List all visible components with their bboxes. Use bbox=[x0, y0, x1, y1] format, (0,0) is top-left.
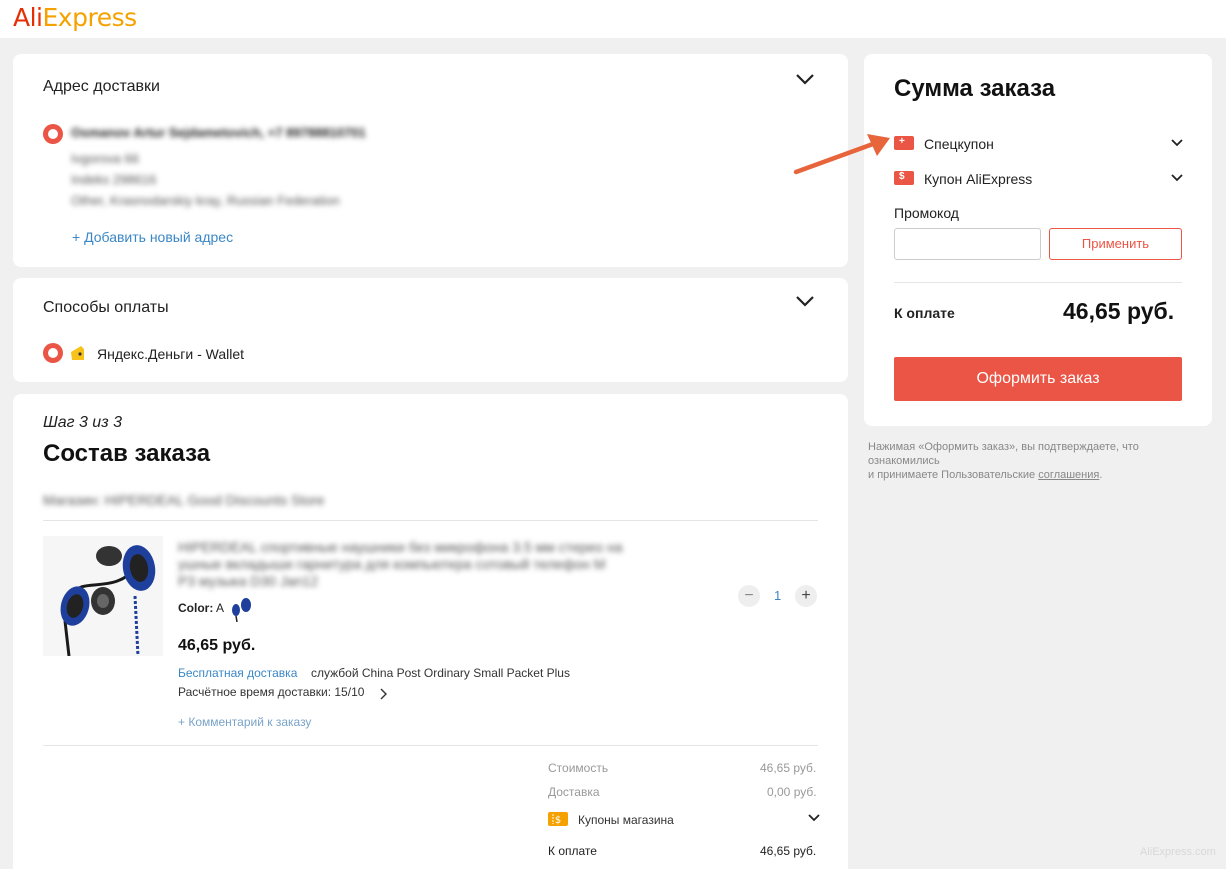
special-coupon-row[interactable]: + Спецкупон bbox=[894, 136, 1184, 154]
chevron-right-icon[interactable] bbox=[378, 687, 388, 700]
payment-radio-selected[interactable] bbox=[43, 343, 63, 363]
logo-express-text: Express bbox=[42, 3, 138, 32]
color-value: A bbox=[216, 601, 225, 615]
payment-method-label: Яндекс.Деньги - Wallet bbox=[97, 346, 245, 362]
summary-total: 46,65 руб. bbox=[1063, 298, 1175, 324]
disclaimer-text: . bbox=[1099, 469, 1103, 481]
address-line-1-blurred: Ivgorova 66 bbox=[71, 151, 139, 166]
product-title-blurred[interactable]: ушные вкладыши гарнитура для компьютера … bbox=[178, 556, 605, 572]
disclaimer-text: Нажимая «Оформить заказ», вы подтверждае… bbox=[868, 441, 1139, 467]
chevron-down-icon[interactable] bbox=[1170, 173, 1184, 183]
special-coupon-icon: + bbox=[894, 136, 914, 150]
quantity-decrease-button[interactable]: − bbox=[738, 585, 760, 607]
delivery-label: Доставка bbox=[548, 785, 600, 799]
aliexpress-coupon-label: Купон AliExpress bbox=[924, 171, 1033, 187]
delivery-value: 0,00 руб. bbox=[767, 785, 817, 799]
terms-agreement-link[interactable]: соглашения bbox=[1038, 469, 1099, 481]
product-title-blurred[interactable]: HIPERDEAL спортивные наушники без микроф… bbox=[178, 539, 623, 555]
cost-value: 46,65 руб. bbox=[760, 761, 817, 775]
step-indicator: Шаг 3 из 3 bbox=[43, 414, 122, 431]
free-shipping-link[interactable]: Бесплатная доставка bbox=[178, 666, 297, 680]
promo-code-input[interactable] bbox=[894, 228, 1041, 260]
address-line-2-blurred: Indeks 298616 bbox=[71, 172, 157, 187]
delivery-time[interactable]: Расчётное время доставки: 15/10 bbox=[178, 685, 364, 699]
add-address-link[interactable]: + Добавить новый адрес bbox=[72, 229, 233, 245]
chevron-down-icon[interactable] bbox=[1170, 138, 1184, 148]
quantity-value[interactable]: 1 bbox=[774, 588, 781, 603]
product-price: 46,65 руб. bbox=[178, 637, 256, 654]
payment-methods-card bbox=[13, 278, 848, 382]
store-name-blurred: Магазин: HIPERDEAL Good Discounts Store bbox=[43, 492, 325, 508]
cost-label: Стоимость bbox=[548, 761, 609, 775]
shipping-service: службой China Post Ordinary Small Packet… bbox=[311, 666, 570, 680]
order-contents-title: Состав заказа bbox=[43, 440, 211, 467]
product-image-earphones[interactable] bbox=[43, 536, 163, 656]
divider bbox=[894, 282, 1182, 283]
chevron-down-icon[interactable] bbox=[807, 813, 821, 823]
watermark: AliExpress.com bbox=[1140, 846, 1216, 858]
disclaimer-text: и принимаете Пользовательские bbox=[868, 469, 1039, 481]
special-coupon-label: Спецкупон bbox=[924, 136, 994, 152]
address-radio-selected[interactable] bbox=[43, 124, 63, 144]
logo-ali-text: Ali bbox=[13, 3, 43, 32]
address-line-3-blurred: Other, Krasnodarskiy kray, Russian Feder… bbox=[71, 193, 340, 208]
promo-code-label: Промокод bbox=[894, 205, 959, 221]
place-order-button[interactable]: Оформить заказ bbox=[894, 357, 1182, 401]
top-bar: AliExpress bbox=[0, 0, 1226, 38]
summary-to-pay-label: К оплате bbox=[894, 305, 955, 321]
store-coupon-icon: $ bbox=[548, 812, 568, 826]
terms-disclaimer: Нажимая «Оформить заказ», вы подтверждае… bbox=[868, 440, 1213, 482]
color-label: Color: bbox=[178, 601, 214, 615]
store-coupons-label[interactable]: Купоны магазина bbox=[578, 813, 674, 827]
yandex-money-wallet-icon bbox=[69, 344, 87, 362]
divider bbox=[43, 520, 818, 521]
order-to-pay-label: К оплате bbox=[548, 844, 597, 858]
apply-promo-button[interactable]: Применить bbox=[1049, 228, 1182, 260]
payment-section-title: Способы оплаты bbox=[43, 299, 169, 316]
add-comment-link[interactable]: + Комментарий к заказу bbox=[178, 715, 311, 729]
svg-text:$: $ bbox=[555, 815, 561, 826]
aliexpress-coupon-row[interactable]: $ Купон AliExpress bbox=[894, 171, 1184, 189]
quantity-increase-button[interactable]: + bbox=[795, 585, 817, 607]
color-thumbnail bbox=[228, 596, 254, 623]
recipient-name-blurred: Osmanov Artur Sejdametovich, +7 89788810… bbox=[71, 125, 366, 140]
aliexpress-coupon-icon: $ bbox=[894, 171, 914, 185]
annotation-arrow-icon bbox=[793, 134, 890, 175]
chevron-down-icon[interactable] bbox=[795, 294, 815, 308]
chevron-down-icon[interactable] bbox=[795, 72, 815, 86]
product-title-blurred[interactable]: P3 музыка D30 Jan12 bbox=[178, 573, 318, 589]
order-to-pay-value: 46,65 руб. bbox=[760, 844, 817, 858]
address-section-title: Адрес доставки bbox=[43, 78, 160, 95]
divider bbox=[43, 745, 818, 746]
aliexpress-logo[interactable]: AliExpress bbox=[13, 3, 137, 32]
order-summary-title: Сумма заказа bbox=[894, 75, 1056, 102]
